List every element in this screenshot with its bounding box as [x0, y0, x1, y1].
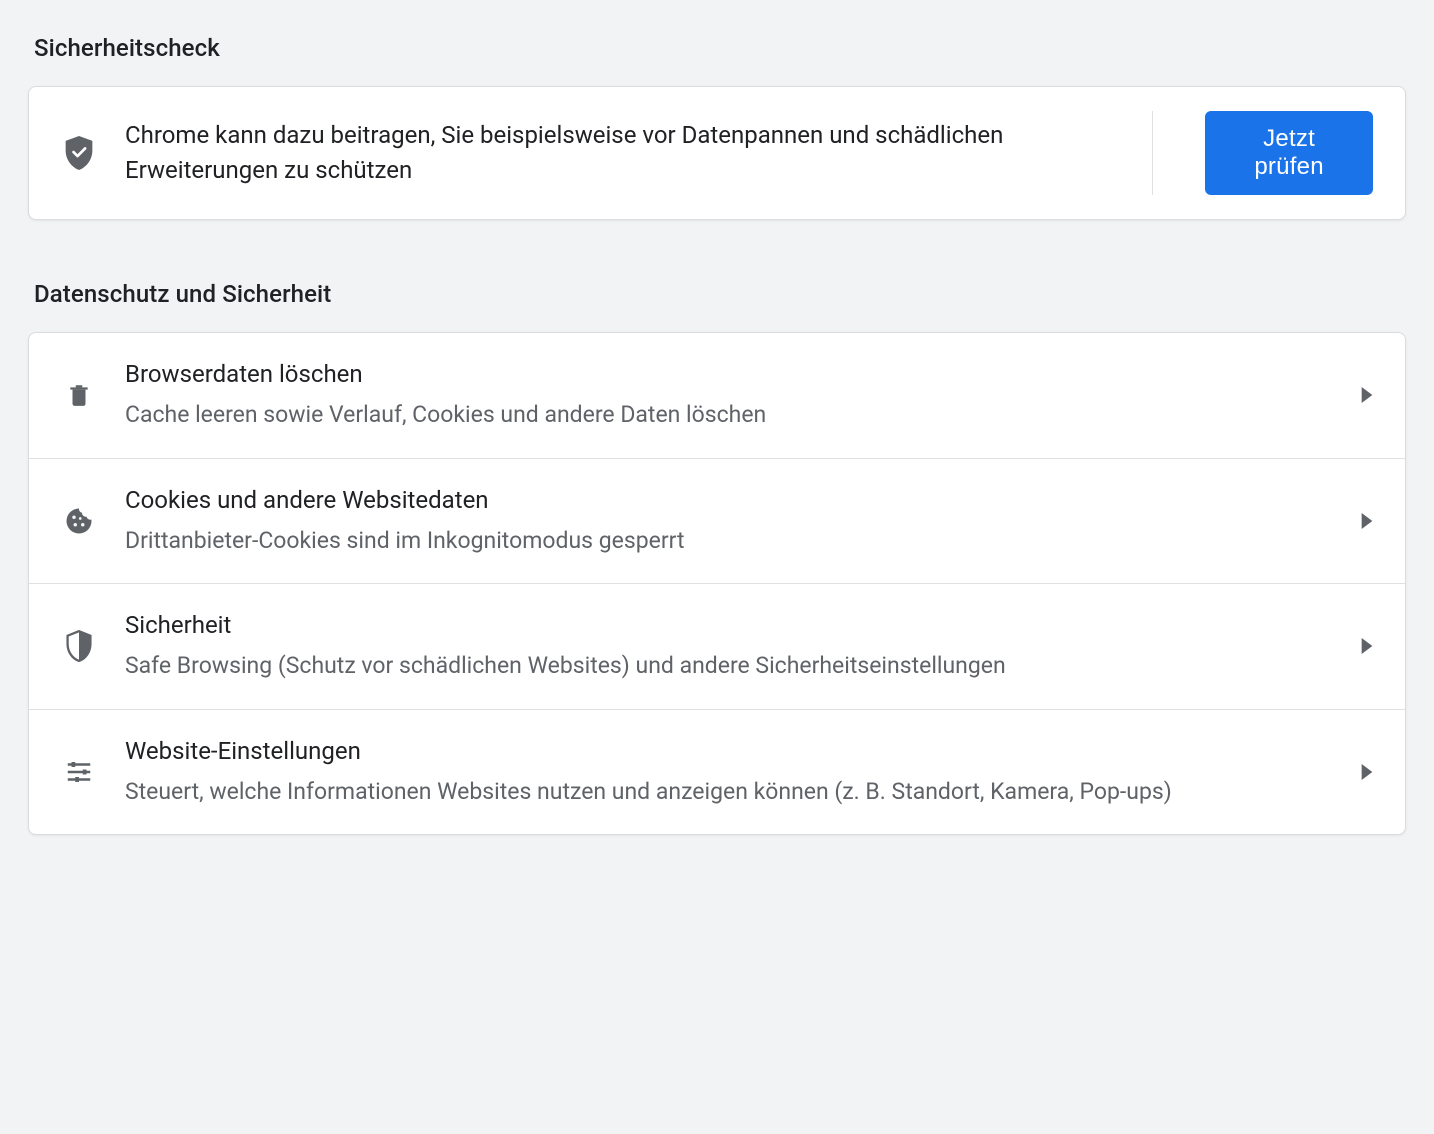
row-title: Website-Einstellungen — [125, 736, 1333, 767]
trash-icon — [61, 380, 97, 410]
row-title: Sicherheit — [125, 610, 1333, 641]
vertical-divider — [1152, 111, 1153, 195]
row-subtitle: Drittanbieter-Cookies sind im Inkognitom… — [125, 524, 1333, 557]
chevron-right-icon — [1361, 764, 1373, 780]
row-title: Browserdaten löschen — [125, 359, 1333, 390]
tune-icon — [61, 757, 97, 787]
safety-check-card: Chrome kann dazu beitragen, Sie beispiel… — [28, 86, 1406, 220]
row-subtitle: Steuert, welche Informationen Websites n… — [125, 775, 1333, 808]
row-cookies[interactable]: Cookies und andere Websitedaten Drittanb… — [29, 458, 1405, 584]
row-subtitle: Cache leeren sowie Verlauf, Cookies und … — [125, 398, 1333, 431]
chevron-right-icon — [1361, 638, 1373, 654]
chevron-right-icon — [1361, 513, 1373, 529]
cookie-icon — [61, 506, 97, 536]
chevron-right-icon — [1361, 387, 1373, 403]
shield-icon — [61, 630, 97, 662]
row-title: Cookies und andere Websitedaten — [125, 485, 1333, 516]
shield-check-icon — [61, 136, 97, 170]
safety-check-title: Sicherheitscheck — [34, 34, 1406, 62]
row-site-settings[interactable]: Website-Einstellungen Steuert, welche In… — [29, 709, 1405, 835]
privacy-section-title: Datenschutz und Sicherheit — [34, 280, 1406, 308]
privacy-list: Browserdaten löschen Cache leeren sowie … — [28, 332, 1406, 835]
safety-check-description: Chrome kann dazu beitragen, Sie beispiel… — [125, 118, 1124, 188]
row-clear-browsing-data[interactable]: Browserdaten löschen Cache leeren sowie … — [29, 333, 1405, 458]
check-now-button[interactable]: Jetzt prüfen — [1205, 111, 1373, 195]
row-security[interactable]: Sicherheit Safe Browsing (Schutz vor sch… — [29, 583, 1405, 709]
row-subtitle: Safe Browsing (Schutz vor schädlichen We… — [125, 649, 1333, 682]
